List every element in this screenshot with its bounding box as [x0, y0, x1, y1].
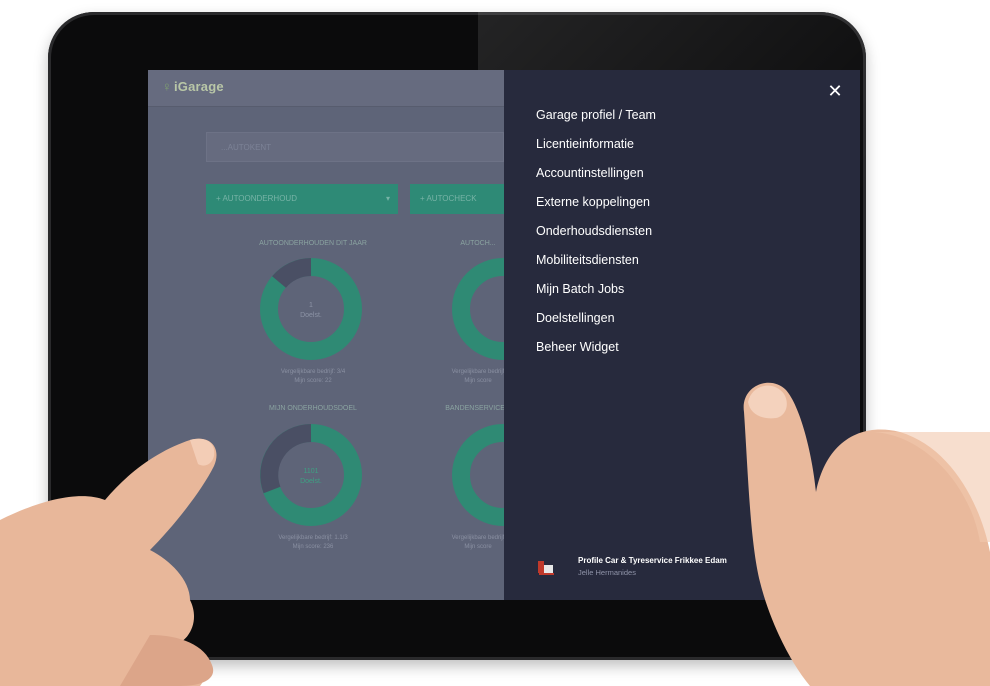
user-name: Jelle Hermanides	[578, 568, 636, 577]
add-autocheck-label: + AUTOCHECK	[420, 194, 477, 203]
menu-item-doelstellingen[interactable]: Doelstellingen	[536, 308, 656, 337]
menu-item-licentieinformatie[interactable]: Licentieinformatie	[536, 134, 656, 163]
garage-logo-icon	[538, 561, 554, 575]
chevron-down-icon: ▾	[385, 194, 390, 203]
donut-center-label: 1 Doelst.	[300, 302, 322, 319]
search-input[interactable]: ...AUTOKENT	[206, 132, 504, 162]
menu-item-garage-profiel[interactable]: Garage profiel / Team	[536, 105, 656, 134]
menu-list: Garage profiel / Team Licentieinformatie…	[536, 105, 656, 366]
right-hand	[743, 382, 990, 686]
menu-item-externe-koppelingen[interactable]: Externe koppelingen	[536, 192, 656, 221]
left-hand	[0, 438, 217, 686]
card-title: AUTOONDERHOUDEN DIT JAAR	[259, 240, 367, 247]
logo-pin-icon: ♀	[162, 79, 172, 94]
add-maintenance-label: + AUTOONDERHOUD	[216, 194, 297, 203]
logo-text: iGarage	[173, 79, 224, 94]
app-topbar: ♀ iGarage	[148, 70, 504, 107]
card-title: MIJN ONDERHOUDSDOEL	[269, 405, 357, 412]
card-footer: Vergelijkbare bedrijf: 3/4 Mijn score: 22	[280, 369, 346, 384]
add-maintenance-button[interactable]: + AUTOONDERHOUD ▾	[206, 184, 398, 214]
menu-item-batch-jobs[interactable]: Mijn Batch Jobs	[536, 279, 656, 308]
menu-item-accountinstellingen[interactable]: Accountinstellingen	[536, 163, 656, 192]
menu-item-mobiliteitsdiensten[interactable]: Mobiliteitsdiensten	[536, 250, 656, 279]
app-logo: ♀ iGarage	[162, 79, 224, 94]
menu-item-beheer-widget[interactable]: Beheer Widget	[536, 337, 656, 366]
close-icon[interactable]: ✕	[826, 82, 844, 100]
menu-item-onderhoudsdiensten[interactable]: Onderhoudsdiensten	[536, 221, 656, 250]
add-autocheck-button[interactable]: + AUTOCHECK	[410, 184, 504, 214]
